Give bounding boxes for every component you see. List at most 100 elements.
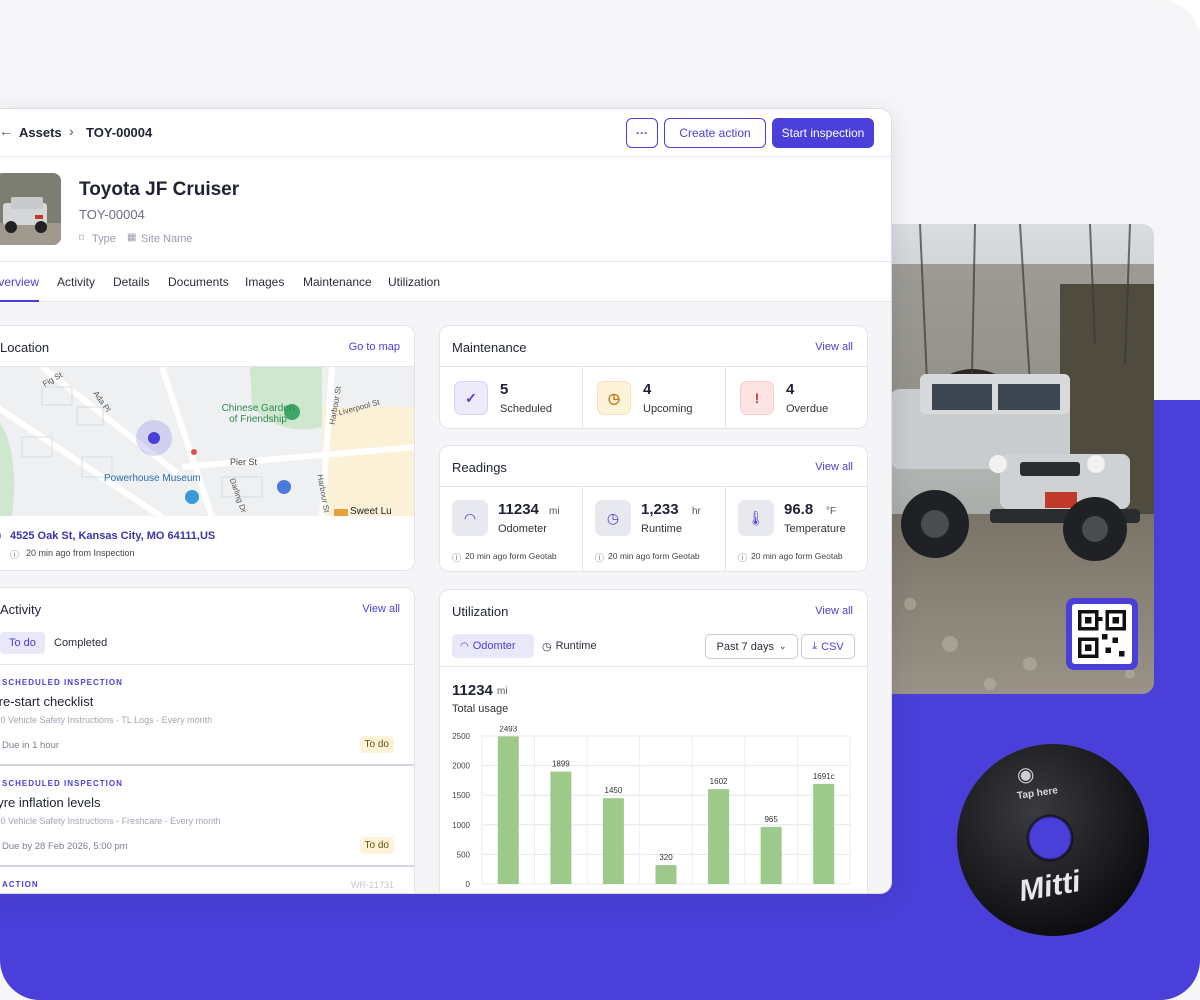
bar-data-label: 2493 xyxy=(499,726,517,733)
tab-maintenance[interactable]: Maintenance xyxy=(303,275,372,289)
location-pin-icon: ⬤ xyxy=(0,528,1,542)
utilization-view-all[interactable]: View all xyxy=(815,605,853,617)
activity-title: Pre-start checklist xyxy=(0,694,94,709)
activity-tab-todo[interactable]: To do xyxy=(0,632,45,654)
activity-due: Due in 1 hour xyxy=(2,740,60,751)
reading-label: Runtime xyxy=(641,523,682,535)
asset-id: TOY-00004 xyxy=(79,207,145,222)
active-tab-indicator xyxy=(0,300,39,302)
reading-runtime[interactable]: ◷ 1,233 hr Runtime ⓘ 20 min ago form Geo… xyxy=(583,487,726,571)
clock-icon: ◷ xyxy=(597,381,631,415)
download-icon: ⤓ xyxy=(812,640,818,652)
map-label-museum: Powerhouse Museum xyxy=(104,473,201,484)
bar-data-label: 1450 xyxy=(605,786,623,795)
activity-status-badge: To do xyxy=(359,736,394,753)
info-icon: ⓘ xyxy=(452,553,462,563)
reading-label: Odometer xyxy=(498,523,547,535)
maintenance-stat-scheduled[interactable]: ✓ 5 Scheduled xyxy=(440,367,583,428)
maintenance-stats: ✓ 5 Scheduled ◷ 4 Upcoming! 4 Overdue xyxy=(440,366,867,428)
activity-item[interactable]: ▣ SCHEDULED INSPECTIONPre-start checklis… xyxy=(0,665,414,766)
tab-activity[interactable]: Activity xyxy=(57,275,95,289)
activity-subtitle: F10 Vehicle Safety Instructions - Freshc… xyxy=(0,816,221,826)
chevron-down-icon: ⌄ xyxy=(778,641,787,651)
asset-detail-window: ← Assets › TOY-00004 ··· Create action S… xyxy=(0,108,892,894)
bar-data-label: 320 xyxy=(659,853,673,862)
chart-bar xyxy=(813,783,835,884)
map-label-sweet: Sweet Lu xyxy=(350,506,392,516)
tab-details[interactable]: Details xyxy=(113,275,150,289)
total-usage-unit: mi xyxy=(497,686,508,697)
asset-header: Toyota JF Cruiser TOY-00004 ⌑ Type ▦ Sit… xyxy=(0,157,891,261)
thermometer-icon: 🌡 xyxy=(738,500,774,536)
nfc-tag-device: ◉ Tap here Mitti xyxy=(955,742,1151,938)
chart-bar xyxy=(497,736,519,884)
reading-note: 20 min ago form Geotab xyxy=(751,551,843,561)
chart-bar xyxy=(655,865,677,884)
csv-label: CSV xyxy=(821,640,844,653)
tab-images[interactable]: Images xyxy=(245,275,284,289)
activity-card: Activity View all To do Completed ▣ SCHE… xyxy=(0,587,415,893)
alert-circle-icon: ! xyxy=(740,381,774,415)
activity-view-all[interactable]: View all xyxy=(362,603,400,615)
maintenance-view-all[interactable]: View all xyxy=(815,341,853,353)
activity-tag: SCHEDULED INSPECTION xyxy=(2,779,123,788)
tab-overview-label: Overview xyxy=(0,275,39,289)
location-address[interactable]: 4525 Oak St, Kansas City, MO 64111,US xyxy=(10,530,215,542)
activity-item[interactable]: ▣ SCHEDULED INSPECTIONTyre inflation lev… xyxy=(0,766,414,867)
reading-unit: mi xyxy=(549,506,560,517)
activity-item[interactable]: ▣ ACTIONWR-21731 xyxy=(0,867,414,893)
reading-temperature[interactable]: 🌡 96.8 °F Temperature ⓘ 20 min ago form … xyxy=(726,487,867,571)
csv-button[interactable]: ⤓ CSV xyxy=(801,634,855,659)
y-tick-label: 500 xyxy=(457,850,471,859)
tab-overview[interactable]: Overview xyxy=(0,275,39,289)
odometer-toggle[interactable]: ◠ Odomter xyxy=(452,634,534,658)
activity-tag: SCHEDULED INSPECTION xyxy=(2,678,123,687)
maintenance-title: Maintenance xyxy=(452,340,527,355)
stat-value: 4 xyxy=(643,381,652,398)
reading-value: 11234 xyxy=(498,501,539,518)
location-map[interactable]: Fig St Ada Pl Chinese Garden of Friendsh… xyxy=(0,366,414,516)
tab-documents[interactable]: Documents xyxy=(168,275,229,289)
activity-tab-completed[interactable]: Completed xyxy=(54,637,107,649)
bar-data-label: 1602 xyxy=(710,777,728,786)
chart-bar xyxy=(708,789,730,884)
bar-data-label: 1691c xyxy=(813,772,835,781)
breadcrumb-parent[interactable]: Assets xyxy=(19,125,62,140)
go-to-map-link[interactable]: Go to map xyxy=(349,341,400,353)
map-label-garden: Chinese Garden of Friendship xyxy=(221,403,295,425)
utilization-card: Utilization View all ◠ Odomter ◷ Runtime P… xyxy=(439,589,868,893)
stat-value: 5 xyxy=(500,381,509,398)
tab-utilization[interactable]: Utilization xyxy=(388,275,440,289)
stat-label: Overdue xyxy=(786,403,829,415)
reading-odometer[interactable]: ◠ 11234 mi Odometer ⓘ 20 min ago form Ge… xyxy=(440,487,583,571)
readings-stats: ◠ 11234 mi Odometer ⓘ 20 min ago form Ge… xyxy=(440,486,867,571)
tab-bar: Overview Activity Details Documents Imag… xyxy=(0,261,891,302)
asset-type: Type xyxy=(92,233,116,245)
maintenance-stat-upcoming[interactable]: ◷ 4 Upcoming xyxy=(583,367,726,428)
maintenance-stat-overdue[interactable]: ! 4 Overdue xyxy=(726,367,867,428)
activity-list: ▣ SCHEDULED INSPECTIONPre-start checklis… xyxy=(0,664,414,893)
create-action-button[interactable]: Create action xyxy=(664,118,766,148)
runtime-toggle-label: Runtime xyxy=(555,640,597,652)
reading-note: 20 min ago form Geotab xyxy=(465,551,557,561)
qr-code[interactable] xyxy=(1066,598,1138,670)
utilization-chart: 2500 2000 1500 1000 500 0 2493 1899 1450 320 1602 9… xyxy=(452,726,851,889)
reading-value: 1,233 xyxy=(641,501,679,518)
gauge-icon: ◠ xyxy=(460,640,469,652)
gauge-icon: ◠ xyxy=(452,500,488,536)
stat-label: Scheduled xyxy=(500,403,552,415)
chart-divider xyxy=(440,666,867,667)
asset-thumbnail xyxy=(0,173,61,245)
map-label-pier-st: Pier St xyxy=(230,457,258,467)
reading-label: Temperature xyxy=(784,523,846,535)
activity-title: Tyre inflation levels xyxy=(0,795,101,810)
readings-view-all[interactable]: View all xyxy=(815,461,853,473)
start-inspection-button[interactable]: Start inspection xyxy=(772,118,874,148)
more-options-button[interactable]: ··· xyxy=(626,118,658,148)
activity-ref: WR-21731 xyxy=(350,880,394,890)
runtime-toggle[interactable]: ◷ Runtime xyxy=(542,634,597,658)
back-arrow-icon[interactable]: ← xyxy=(0,123,13,139)
top-bar: ← Assets › TOY-00004 ··· Create action S… xyxy=(0,109,891,157)
date-range-select[interactable]: Past 7 days ⌄ xyxy=(705,634,798,659)
chart-bar xyxy=(550,771,572,884)
